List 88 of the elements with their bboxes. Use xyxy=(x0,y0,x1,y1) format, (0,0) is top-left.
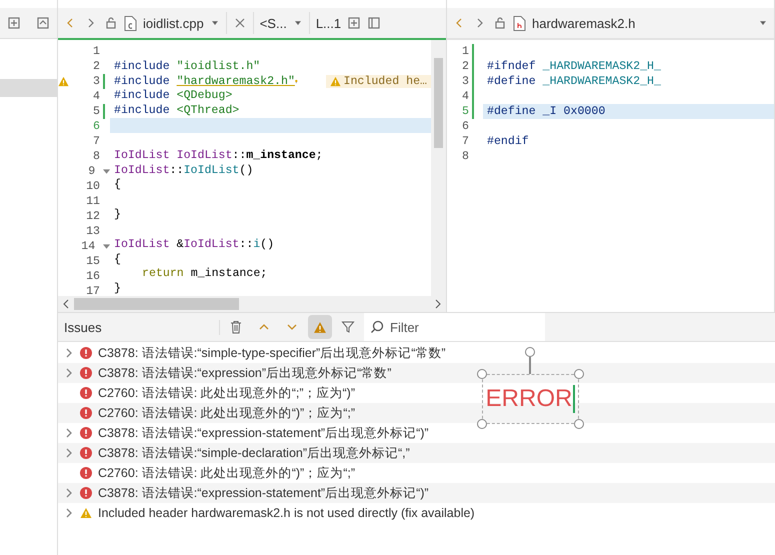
line-number: 4 xyxy=(461,90,469,103)
code-line: IoIdList &IoIdList::i() xyxy=(113,236,276,252)
line-number: 4 xyxy=(92,90,100,103)
code-line: { xyxy=(113,177,122,192)
sidebar-toggle-icon[interactable] xyxy=(367,16,382,30)
issue-row[interactable]: C3878: 语法错误:“expression-statement”后出现意外标记“)” xyxy=(58,483,775,503)
error-icon xyxy=(80,427,92,439)
lock-icon[interactable] xyxy=(493,16,507,30)
line-number: 12 xyxy=(85,210,100,223)
issues-title: Issues xyxy=(58,320,220,334)
expand-chevron-icon[interactable] xyxy=(64,348,74,358)
code-line: #include <QDebug> xyxy=(113,88,234,104)
error-icon xyxy=(80,387,92,399)
code-line: #include "ioidlist.h" xyxy=(113,58,262,74)
warning-icon xyxy=(80,507,92,519)
code-line: #ifndef _HARDWAREMASK2_H_ xyxy=(486,59,662,74)
line-number: 8 xyxy=(461,150,469,163)
line-number: 2 xyxy=(461,60,469,73)
line-number: 15 xyxy=(85,255,100,268)
line-position[interactable]: L...1 xyxy=(316,16,342,30)
code-line: } xyxy=(113,281,122,296)
code-line: } xyxy=(113,207,122,222)
code-line: IoIdList::IoIdList() xyxy=(113,162,254,178)
fold-arrow-icon[interactable] xyxy=(102,168,110,174)
line-number: 16 xyxy=(85,270,100,283)
line-number: 1 xyxy=(92,45,100,58)
code-line: IoIdList IoIdList::m_instance; xyxy=(113,148,324,163)
line-number: 3 xyxy=(92,75,100,88)
code-line: #endif xyxy=(486,134,530,149)
filter-field[interactable]: Filter xyxy=(364,313,545,341)
line-number: 7 xyxy=(92,135,100,148)
error-icon xyxy=(80,447,92,459)
error-icon xyxy=(80,367,92,379)
line-number: 17 xyxy=(85,285,100,296)
fold-arrow-icon[interactable] xyxy=(102,244,110,250)
error-icon xyxy=(80,407,92,419)
line-number: 5 xyxy=(461,105,469,118)
error-icon xyxy=(80,487,92,499)
line-number: 5 xyxy=(92,105,100,118)
code-line: #include "hardwaremask2.h" Included he… xyxy=(110,74,431,88)
file-icon xyxy=(513,16,526,30)
dropdown-caret-icon[interactable] xyxy=(292,18,303,28)
file-icon xyxy=(124,16,137,30)
line-number: 6 xyxy=(92,120,100,133)
scroll-left-icon[interactable] xyxy=(62,299,70,309)
expand-chevron-icon[interactable] xyxy=(64,428,74,438)
line-number: 8 xyxy=(92,150,100,163)
issue-row[interactable]: C3878: 语法错误:“expression”后出现意外标记“常数” xyxy=(58,363,775,383)
line-number: 7 xyxy=(461,135,469,148)
line-number: 13 xyxy=(85,225,100,238)
expand-chevron-icon[interactable] xyxy=(64,508,74,518)
file-name[interactable]: ioidlist.cpp xyxy=(143,16,204,30)
code-line: { xyxy=(113,252,122,266)
warning-icon xyxy=(330,76,340,87)
line-number: 14 xyxy=(80,240,96,253)
rotate-handle[interactable] xyxy=(524,347,536,374)
error-icon xyxy=(80,467,92,479)
close-icon[interactable] xyxy=(232,16,247,30)
line-number: 10 xyxy=(85,180,100,193)
expand-chevron-icon[interactable] xyxy=(64,368,74,378)
filter-input[interactable]: Filter xyxy=(388,318,522,336)
scroll-right-icon[interactable] xyxy=(434,299,442,309)
issue-row[interactable]: C3878: 语法错误:“simple-declaration”后出现意外标记“,” xyxy=(58,443,775,463)
vertical-scrollbar[interactable] xyxy=(431,40,446,296)
dropdown-caret-icon[interactable] xyxy=(210,18,220,28)
line-number: 6 xyxy=(461,120,469,133)
line-number: 2 xyxy=(92,60,100,73)
code-line: #define _HARDWAREMASK2_H_ xyxy=(486,74,662,89)
line-number: 9 xyxy=(87,165,96,178)
horizontal-scrollbar[interactable] xyxy=(58,296,446,312)
lock-icon[interactable] xyxy=(104,16,118,30)
split-icon[interactable] xyxy=(347,16,362,30)
collapse-icon[interactable] xyxy=(36,16,50,30)
file-name[interactable]: hardwaremask2.h xyxy=(532,16,636,30)
error-icon xyxy=(80,347,92,359)
line-number: 1 xyxy=(461,45,469,58)
split-icon[interactable] xyxy=(7,16,22,30)
code-line: #include <QThread> xyxy=(113,103,240,118)
symbol-selector[interactable]: <S... xyxy=(260,16,287,30)
line-number: 3 xyxy=(461,75,469,88)
warning-toggle[interactable] xyxy=(308,315,332,339)
search-icon xyxy=(370,320,384,334)
warning-icon xyxy=(313,320,327,334)
code-line: return m_instance; xyxy=(141,266,268,282)
inline-warning: Included he… xyxy=(326,74,431,88)
line-number: 11 xyxy=(85,195,100,208)
expand-chevron-icon[interactable] xyxy=(64,488,74,498)
expand-chevron-icon[interactable] xyxy=(64,448,74,458)
